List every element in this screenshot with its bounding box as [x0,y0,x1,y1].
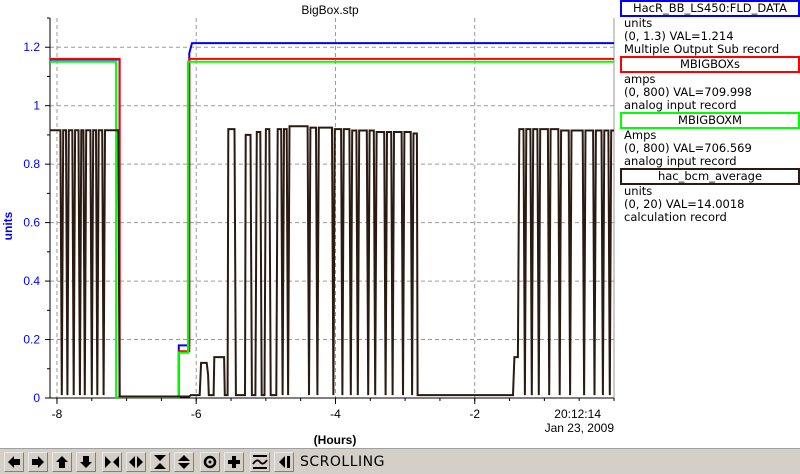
strip-chart: 0 0.2 0.4 0.6 0.8 1 1.2 -8 -6 -4 -2 BigBox.stp uni… [1,3,615,447]
scroll-mode-button[interactable] [274,451,294,472]
toolbar: SCROLLING [0,448,800,474]
expand-horizontal-button[interactable] [126,451,146,472]
arrow-left-icon [8,455,20,468]
x-tick-label: -2 [469,407,480,421]
legend-record-type: Multiple Output Sub record [624,42,780,56]
scroll-mode-icon [279,455,290,468]
series-line-hac_bcm_average [50,125,614,398]
legend-pv-name[interactable]: MBIGBOXM [620,112,800,129]
expand-vertical-button[interactable] [174,451,194,472]
autoscale-button[interactable] [250,451,270,472]
zoom-button[interactable] [200,451,220,472]
cross-button[interactable] [224,451,244,472]
expand-vertical-icon [178,454,190,469]
y-tick-label: 0 [33,391,40,405]
compress-vertical-button[interactable] [150,451,170,472]
end-date-label: Jan 23, 2009 [545,421,615,435]
arrow-down-icon [80,455,92,468]
x-tick-label: -6 [191,407,202,421]
expand-horizontal-icon [129,455,143,468]
legend-entry[interactable]: HacR_BB_LS450:FLD_DATA units (0, 1.3) VA… [620,0,800,56]
plus-icon [228,455,240,468]
y-tick-label: 0.2 [23,333,40,347]
y-tick-label: 0.6 [23,216,40,230]
y-tick-label: 1 [33,99,40,113]
legend-pv-name[interactable]: hac_bcm_average [620,168,800,185]
y-tick-label: 0.4 [23,274,40,288]
chart-title: BigBox.stp [301,3,359,17]
x-tick-label: -8 [52,407,63,421]
scroll-right-button[interactable] [28,451,48,472]
legend-panel: HacR_BB_LS450:FLD_DATA units (0, 1.3) VA… [620,0,800,224]
legend-pv-name[interactable]: HacR_BB_LS450:FLD_DATA [620,0,800,17]
arrow-right-icon [32,455,44,468]
legend-entry[interactable]: MBIGBOXs amps (0, 800) VAL=709.998 analo… [620,56,800,112]
series-traces [50,42,614,399]
x-axis-label: (Hours) [314,433,357,447]
scroll-left-button[interactable] [4,451,24,472]
compress-horizontal-button[interactable] [102,451,122,472]
compress-horizontal-icon [105,455,119,468]
zoom-icon [203,455,217,468]
legend-entry[interactable]: MBIGBOXM Amps (0, 800) VAL=706.569 analo… [620,112,800,168]
scroll-up-button[interactable] [52,451,72,472]
autoscale-icon [252,454,268,469]
end-time-label: 20:12:14 [554,407,601,421]
arrow-up-icon [56,455,68,468]
y-tick-label: 0.8 [23,157,40,171]
mode-label: SCROLLING [300,453,385,470]
compress-vertical-icon [154,454,166,469]
x-tick-label: -4 [330,407,341,421]
legend-record-type: analog input record [624,98,737,112]
legend-record-type: analog input record [624,154,737,168]
legend-pv-name[interactable]: MBIGBOXs [620,56,800,73]
y-tick-label: 1.2 [23,40,40,54]
scroll-down-button[interactable] [76,451,96,472]
legend-record-type: calculation record [624,210,727,224]
legend-entry[interactable]: hac_bcm_average units (0, 20) VAL=14.001… [620,168,800,224]
y-axis-label: units [1,211,15,240]
